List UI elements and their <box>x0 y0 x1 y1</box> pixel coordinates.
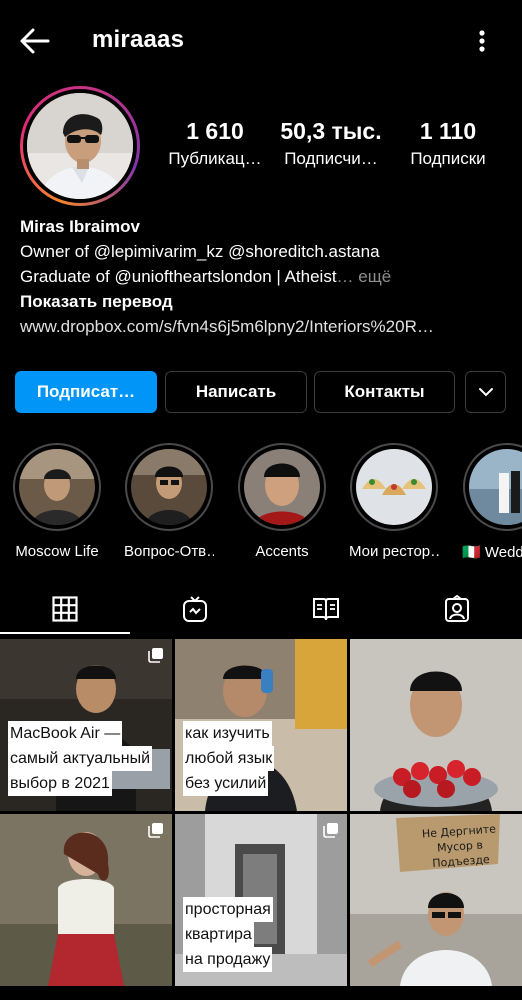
caption-line: любой язык <box>183 746 275 771</box>
posts-label: Публикац… <box>168 149 262 168</box>
tab-tagged[interactable] <box>427 590 487 628</box>
caption-line: просторная <box>183 897 273 922</box>
caption-line: выбор в 2021 <box>8 771 112 796</box>
tab-guides[interactable] <box>296 590 356 628</box>
follow-button[interactable]: Подписат… <box>15 371 157 413</box>
highlight-cover <box>131 449 207 525</box>
profile-tabs <box>0 580 522 634</box>
tab-posts-grid[interactable] <box>35 590 95 628</box>
caption-line: самый актуальный <box>8 746 153 771</box>
posts-stat[interactable]: 1 610 Публикац… <box>160 118 270 169</box>
tab-igtv[interactable] <box>165 590 225 628</box>
profile-username: miraaas <box>92 26 185 53</box>
chevron-down-icon <box>478 388 493 397</box>
following-count: 1 110 <box>419 118 477 144</box>
post-tile[interactable]: MacBook Air — самый актуальный выбор в 2… <box>0 639 172 811</box>
highlight-wedding[interactable]: 🇮🇹 Wedd <box>462 443 522 561</box>
posts-count: 1 610 <box>186 118 244 144</box>
avatar[interactable] <box>27 93 133 199</box>
profile-stats: 1 610 Публикац… 50,3 тыс. Подписчи… 1 11… <box>160 118 522 178</box>
back-arrow-icon[interactable] <box>18 24 54 58</box>
bio-line-1: Owner of @lepimivarim_kz @shoreditch.ast… <box>20 242 380 261</box>
highlight-cover <box>19 449 95 525</box>
more-options-icon[interactable] <box>468 24 496 58</box>
post-caption: как изучить любой язык без усилий <box>183 721 275 796</box>
highlight-cover <box>356 449 432 525</box>
highlight-moscow-life[interactable]: Moscow Life <box>12 443 102 560</box>
show-translation-link[interactable]: Показать перевод <box>20 289 510 314</box>
post-caption: MacBook Air — самый актуальный выбор в 2… <box>8 721 153 796</box>
post-tile[interactable]: просторная квартира на продажу <box>175 814 347 986</box>
bio-line-2-text: Graduate of @unioftheartslondon | Atheis… <box>20 267 337 286</box>
active-tab-indicator <box>0 632 130 634</box>
highlight-cover <box>244 449 320 525</box>
message-button[interactable]: Написать <box>165 371 307 413</box>
guides-icon <box>313 598 339 621</box>
contacts-button[interactable]: Контакты <box>314 371 455 413</box>
highlight-qa[interactable]: Вопрос-Отв… <box>124 443 214 560</box>
caption-line: квартира <box>183 922 254 947</box>
caption-line: на продажу <box>183 947 273 972</box>
post-tile[interactable] <box>0 814 172 986</box>
suggested-accounts-button[interactable] <box>465 371 506 413</box>
highlight-label: Accents <box>255 543 309 560</box>
bio-website-link[interactable]: www.dropbox.com/s/fvn4s6j5m6lpny2/Interi… <box>20 314 510 339</box>
highlight-cover <box>469 449 522 525</box>
post-caption: просторная квартира на продажу <box>183 897 273 972</box>
profile-bio: Miras Ibraimov Owner of @lepimivarim_kz … <box>20 214 510 339</box>
multiple-posts-icon <box>148 823 163 838</box>
caption-line: как изучить <box>183 721 272 746</box>
following-label: Подписки <box>410 149 486 168</box>
followers-label: Подписчи… <box>284 149 378 168</box>
bio-more-link[interactable]: … ещё <box>337 267 392 286</box>
avatar-story-ring[interactable] <box>20 86 140 206</box>
followers-count: 50,3 тыс. <box>280 118 382 144</box>
bio-line-2: Graduate of @unioftheartslondon | Atheis… <box>20 264 510 289</box>
post-tile[interactable] <box>350 639 522 811</box>
highlight-accents[interactable]: Accents <box>237 443 327 560</box>
multiple-posts-icon <box>323 823 338 838</box>
highlight-label: Вопрос-Отв… <box>124 543 214 560</box>
tagged-icon <box>445 595 469 622</box>
highlight-label: 🇮🇹 Wedd <box>462 544 522 561</box>
protest-sign-text: Не Дергните Мусор в Подъезде <box>409 821 512 873</box>
highlight-label: Moscow Life <box>15 543 99 560</box>
display-name: Miras Ibraimov <box>20 217 140 236</box>
highlight-label: Мои рестор… <box>349 543 439 560</box>
caption-line: без усилий <box>183 771 269 796</box>
following-stat[interactable]: 1 110 Подписки <box>398 118 498 169</box>
highlight-restaurants[interactable]: Мои рестор… <box>349 443 439 560</box>
multiple-posts-icon <box>148 648 163 663</box>
post-tile[interactable]: как изучить любой язык без усилий <box>175 639 347 811</box>
post-tile[interactable]: Не Дергните Мусор в Подъезде <box>350 814 522 986</box>
caption-line: MacBook Air — <box>8 721 123 746</box>
grid-icon <box>52 596 78 622</box>
igtv-icon <box>183 596 207 622</box>
top-bar: miraaas <box>0 0 522 80</box>
followers-stat[interactable]: 50,3 тыс. Подписчи… <box>274 118 388 169</box>
